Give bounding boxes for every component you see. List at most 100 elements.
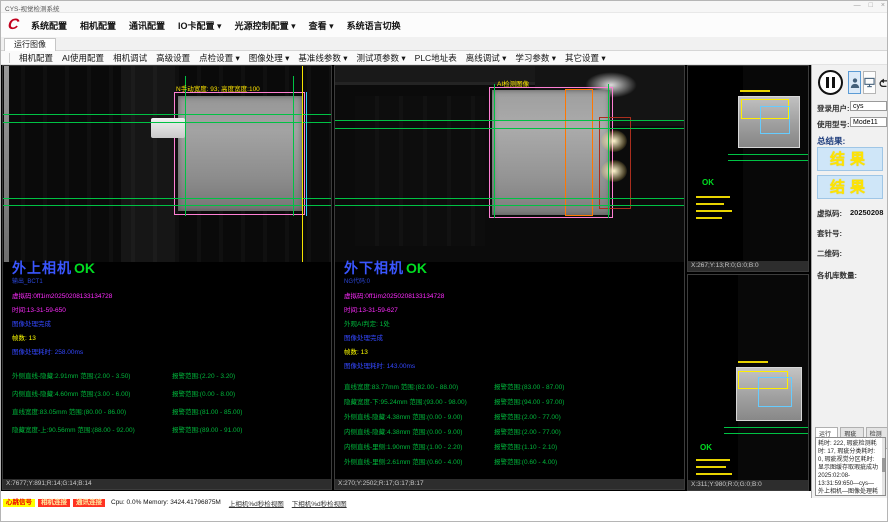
user-icon: [850, 77, 860, 89]
menubar: C 系统配置 相机配置 通讯配置 IO卡配置 ▾ 光源控制配置 ▾ 查看 ▾ 系…: [1, 13, 888, 37]
overlay-text-mark: [696, 466, 726, 468]
tool-other-settings[interactable]: 其它设置 ▾: [565, 52, 606, 64]
measure-row: 外侧直线-里侧:2.61mm 范围:(0.60 - 4.00)报警范围:(0.6…: [344, 456, 681, 466]
camera-title: 外下相机: [344, 258, 404, 278]
green-measure-line: [724, 427, 808, 428]
thumb-image-bottom[interactable]: OK: [688, 275, 808, 482]
result-box-bottom: 结果: [817, 175, 883, 199]
overlay-measure-label: N手动宽度: 93; 高度宽度:100: [176, 83, 260, 93]
metal-highlight: [601, 130, 627, 152]
tool-camera-config[interactable]: 相机配置: [19, 52, 53, 64]
overlay-ai-label: AI检测图像: [497, 78, 529, 88]
virtual-code-value: 20250208: [850, 208, 883, 217]
green-measure-line: [3, 198, 331, 199]
connector-part: [151, 118, 185, 138]
pixel-coords-bar: X:270;Y:2502;R:17;G:17;B:17: [335, 479, 684, 489]
menu-io-config[interactable]: IO卡配置 ▾: [178, 19, 222, 32]
overlay-text-mark: [696, 459, 730, 461]
tool-advanced-settings[interactable]: 高级设置: [156, 52, 190, 64]
tool-test-params[interactable]: 测试项参数 ▾: [357, 52, 406, 64]
menu-camera-config[interactable]: 相机配置: [80, 19, 116, 32]
green-measure-line: [728, 154, 808, 155]
tab-run-image[interactable]: 运行图像: [4, 38, 56, 51]
heartbeat-badge: 心跳信号: [3, 499, 35, 507]
time-line: 时间:13-31-59-627: [344, 304, 681, 314]
login-user-label: 登录用户:: [817, 103, 850, 114]
overlay-text-mark: [740, 90, 770, 92]
model-label: 使用型号:: [817, 119, 850, 130]
result-console-upper: 外上相机OK 输出_BCT1 虚拟码:0ff1im202502081331347…: [12, 258, 328, 434]
ok-status: OK: [406, 260, 427, 276]
time-line: 时间:13-31-59-650: [12, 304, 328, 314]
green-measure-line-v: [293, 76, 294, 216]
lower-camera-snapshot-link[interactable]: 下相机%d秒检视图: [292, 498, 347, 508]
overlay-text-mark: [696, 210, 732, 212]
maximize-button[interactable]: □: [869, 2, 873, 9]
monitor-icon: [864, 77, 875, 88]
green-measure-line: [728, 160, 808, 161]
comm-link-badge: 通讯连接: [73, 499, 105, 507]
green-measure-line-v: [185, 76, 186, 216]
menu-comm-config[interactable]: 通讯配置: [129, 19, 165, 32]
upper-camera-snapshot-link[interactable]: 上相机%d秒检视图: [229, 498, 284, 508]
overlay-text-mark: [738, 361, 768, 363]
yellow-ref-line: [302, 66, 303, 262]
tool-ai-use-config[interactable]: AI使用配置: [62, 52, 104, 64]
overlay-text-mark: [696, 203, 724, 205]
needle-label: 套针号:: [817, 228, 842, 239]
measure-row: 内侧直线-隐藏:4.38mm 范围:(0.00 - 9.00)报警范围:(2.0…: [344, 426, 681, 436]
camera-image-upper[interactable]: N手动宽度: 93; 高度宽度:100: [3, 66, 331, 262]
green-measure-line: [335, 205, 684, 206]
menu-language-switch[interactable]: 系统语言切换: [347, 19, 401, 32]
pixel-coords-bar: X:311;Y:980;R:0;G:0;B:0: [688, 480, 808, 490]
light-column: [121, 66, 175, 262]
barcode-line: 虚拟码:0ff1im20250208133134728: [344, 290, 681, 300]
virtual-code-label: 虚拟码:: [817, 208, 842, 219]
return-button[interactable]: [878, 71, 888, 94]
tool-plc-address[interactable]: PLC地址表: [415, 52, 457, 64]
stock-count-label: 各机库数量:: [817, 270, 857, 281]
tool-baseline-params[interactable]: 基准线参数 ▾: [298, 52, 347, 64]
result-box-top: 结果: [817, 147, 883, 171]
camera-panel-lower: AI检测图像 外下相机OK NG代码:0 虚拟码:0ff1im202502081…: [334, 65, 685, 490]
metal-highlight: [601, 160, 627, 182]
tool-learning-params[interactable]: 学习参数 ▾: [515, 52, 556, 64]
tool-offline-debug[interactable]: 离线调试 ▾: [466, 52, 507, 64]
log-output[interactable]: 耗时: 222, 瑕疵检测耗时: 17, 瑕疵分类耗时: 0, 瑕疵视觉分区耗时…: [815, 437, 886, 496]
tool-spot-check[interactable]: 点检设置 ▾: [199, 52, 240, 64]
frame-count-line: 帧数: 13: [12, 332, 328, 342]
statusbar: 心跳信号 相机连接 通讯连接 Cpu: 0.0% Memory: 3424.41…: [1, 498, 888, 507]
tool-image-processing[interactable]: 图像处理 ▾: [249, 52, 290, 64]
menu-view[interactable]: 查看 ▾: [309, 19, 334, 32]
tool-camera-debug[interactable]: 相机调试: [113, 52, 147, 64]
login-user-field[interactable]: [850, 101, 887, 111]
ok-status: OK: [74, 260, 95, 276]
menu-light-config[interactable]: 光源控制配置 ▾: [235, 19, 296, 32]
minimize-button[interactable]: —: [854, 2, 861, 9]
close-button[interactable]: ×: [881, 2, 885, 9]
process-done-line: 图像处理完成: [12, 318, 328, 328]
pause-button[interactable]: [818, 70, 843, 95]
overlay-text-mark: [696, 196, 730, 198]
green-measure-line: [3, 122, 331, 123]
measure-row: 直线宽度:83.05mm 范围:(80.00 - 86.00)报警范围:(81.…: [12, 406, 328, 416]
log-scrollbar[interactable]: [882, 438, 885, 495]
elapsed-line: 图像处理耗时: 143.00ms: [344, 360, 681, 370]
measure-row: 内侧直线-里侧:1.90mm 范围:(1.00 - 2.20)报警范围:(1.1…: [344, 441, 681, 451]
monitor-button[interactable]: [863, 71, 876, 94]
model-field[interactable]: [850, 117, 887, 127]
green-measure-line-v: [494, 84, 495, 218]
green-measure-line: [335, 120, 684, 121]
frame-count-line: 帧数: 13: [344, 346, 681, 356]
camera-image-lower[interactable]: AI检测图像: [335, 66, 684, 262]
app-logo-icon: C: [7, 16, 20, 33]
qr-code-label: 二维码:: [817, 248, 842, 259]
green-measure-line-v: [608, 84, 609, 218]
user-lock-button[interactable]: [848, 71, 861, 94]
menu-system-config[interactable]: 系统配置: [31, 19, 67, 32]
elapsed-line: 图像处理耗时: 258.00ms: [12, 346, 328, 356]
roi-box-cyan: [758, 377, 792, 407]
ok-status: OK: [702, 178, 714, 187]
tab-strip: 运行图像: [1, 37, 888, 51]
thumb-image-top[interactable]: OK: [688, 66, 808, 263]
